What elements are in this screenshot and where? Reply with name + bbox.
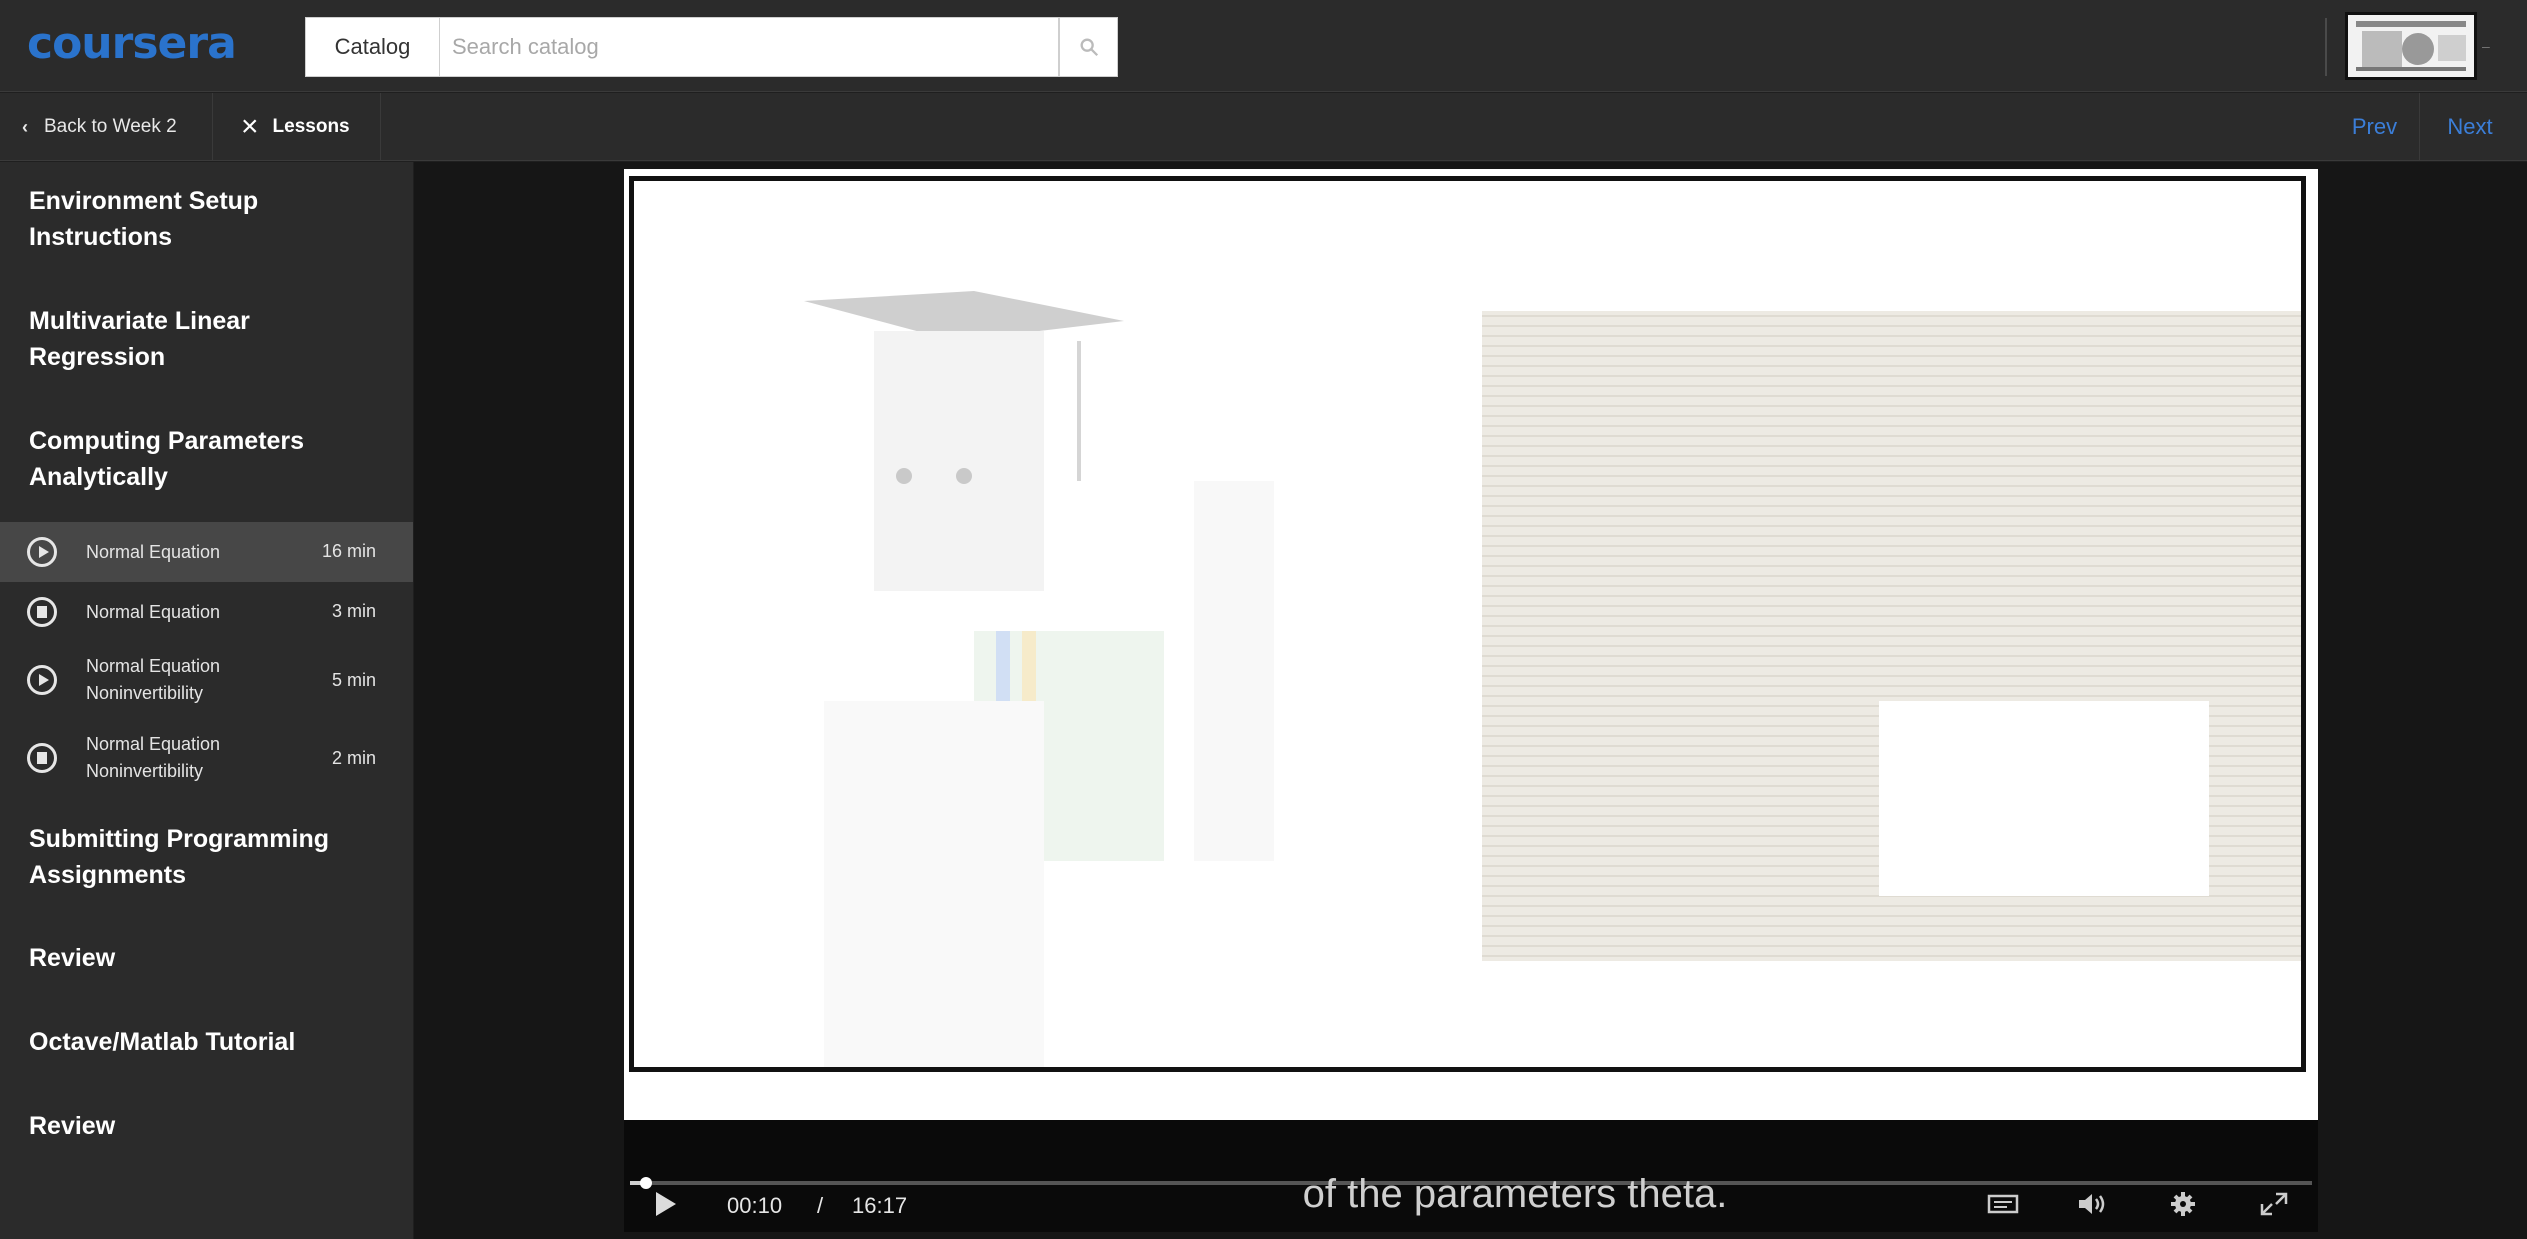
- total-time: 16:17: [852, 1193, 908, 1218]
- section-multivariate-linear-regression[interactable]: Multivariate Linear Regression: [29, 303, 389, 375]
- chevron-down-icon[interactable]: –: [2482, 38, 2490, 54]
- reading-icon: [27, 597, 57, 627]
- prev-button[interactable]: Prev: [2330, 93, 2420, 161]
- section-title-line: Instructions: [29, 223, 173, 251]
- lesson-title: Normal Equation: [86, 542, 221, 562]
- section-review[interactable]: Review: [29, 1108, 389, 1144]
- section-environment-setup[interactable]: Environment Setup Instructions: [29, 183, 389, 255]
- lesson-title: Normal Equation: [86, 602, 221, 622]
- avatar-image: [2348, 15, 2474, 77]
- lesson-item[interactable]: Normal Equation Noninvertibility 5 min: [0, 642, 413, 720]
- section-title-line: Submitting Programming: [29, 825, 329, 853]
- section-title-line: Multivariate Linear: [29, 307, 250, 335]
- fullscreen-icon[interactable]: [2258, 1190, 2290, 1218]
- video-slide: [629, 176, 2350, 1072]
- chevron-left-icon: ‹: [22, 116, 28, 137]
- lesson-title-line: Noninvertibility: [86, 761, 204, 781]
- section-submitting-programming-assignments[interactable]: Submitting Programming Assignments: [29, 821, 389, 893]
- lesson-duration: 5 min: [331, 670, 376, 690]
- lesson-nav-bar: ‹ Back to Week 2 × Lessons Prev Next: [0, 93, 2527, 161]
- section-title-line: Octave/Matlab Tutorial: [29, 1028, 296, 1056]
- section-computing-parameters[interactable]: Computing Parameters Analytically: [29, 423, 389, 495]
- top-header: coursera Catalog –: [0, 0, 2527, 92]
- lesson-item[interactable]: Normal Equation Noninvertibility 2 min: [0, 720, 413, 798]
- subtitle-caption: of the parameters theta.: [1302, 1172, 1728, 1216]
- search-button[interactable]: [1059, 17, 1118, 77]
- avatar[interactable]: [2345, 12, 2477, 80]
- lessons-sidebar: Environment Setup Instructions Multivari…: [0, 162, 413, 1239]
- current-time: 00:10: [727, 1193, 783, 1218]
- slide-illustration: [804, 291, 2350, 1071]
- lesson-duration: 3 min: [331, 601, 376, 621]
- lesson-title-line: Noninvertibility: [86, 683, 204, 703]
- header-divider: [2325, 18, 2327, 76]
- section-title-line: Review: [29, 1112, 116, 1140]
- lessons-label: Lessons: [272, 116, 350, 137]
- lesson-duration: 2 min: [331, 748, 376, 768]
- section-title-line: Computing Parameters: [29, 427, 305, 455]
- play-circle-icon: [27, 537, 57, 567]
- section-title-line: Regression: [29, 343, 166, 371]
- time-separator: /: [817, 1193, 824, 1218]
- progress-handle[interactable]: [640, 1177, 652, 1189]
- play-circle-icon: [27, 665, 57, 695]
- lesson-duration: 16 min: [321, 541, 376, 561]
- section-title-line: Analytically: [29, 463, 168, 491]
- settings-gear-icon[interactable]: [2167, 1190, 2199, 1218]
- subtitles-icon[interactable]: [1987, 1190, 2019, 1218]
- lesson-title-line: Normal Equation: [86, 656, 221, 676]
- section-title-line: Review: [29, 944, 116, 972]
- lesson-item[interactable]: Normal Equation 16 min: [0, 522, 413, 582]
- lesson-title: Normal Equation Noninvertibility: [86, 653, 220, 707]
- play-icon[interactable]: [654, 1190, 678, 1218]
- lessons-toggle-button[interactable]: × Lessons: [213, 93, 381, 161]
- section-title-line: Assignments: [29, 861, 186, 889]
- search-input[interactable]: [440, 17, 1059, 77]
- search-icon: [1080, 38, 1098, 57]
- catalog-button[interactable]: Catalog: [305, 17, 440, 77]
- section-octave-matlab-tutorial[interactable]: Octave/Matlab Tutorial: [29, 1024, 389, 1060]
- back-label: Back to Week 2: [44, 116, 177, 137]
- volume-icon[interactable]: [2076, 1190, 2108, 1218]
- lesson-title: Normal Equation Noninvertibility: [86, 731, 220, 785]
- back-to-week-button[interactable]: ‹ Back to Week 2: [0, 93, 213, 161]
- coursera-logo[interactable]: coursera: [27, 18, 237, 69]
- reading-icon: [27, 743, 57, 773]
- section-review[interactable]: Review: [29, 940, 389, 976]
- lesson-title-line: Normal Equation: [86, 734, 221, 754]
- section-title-line: Environment Setup: [29, 187, 259, 215]
- next-button[interactable]: Next: [2420, 93, 2520, 161]
- lesson-item[interactable]: Normal Equation 3 min: [0, 582, 413, 642]
- close-icon: ×: [241, 110, 259, 143]
